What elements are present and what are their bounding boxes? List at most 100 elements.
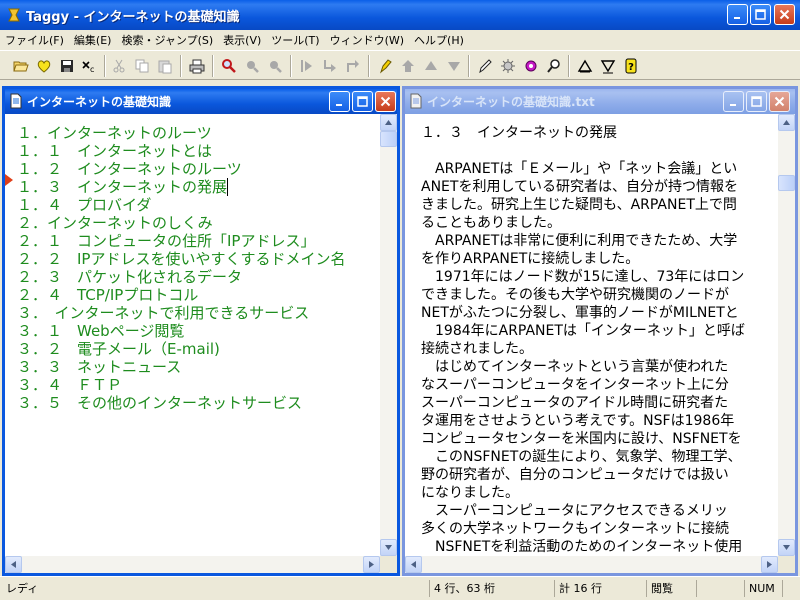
paste-icon[interactable] [154, 55, 176, 77]
status-size-grip[interactable] [782, 580, 798, 597]
search-icon[interactable] [218, 55, 240, 77]
search-prev-icon[interactable] [241, 55, 263, 77]
outline-item[interactable]: ３．３ ネットニュース [17, 358, 181, 376]
outline-item[interactable]: １．インターネットのルーツ [17, 124, 212, 142]
text-window-titlebar[interactable]: インターネットの基礎知識.txt [405, 89, 795, 114]
text-close-button[interactable] [769, 91, 790, 112]
menu-window[interactable]: ウィンドウ(W) [325, 32, 409, 48]
outline-size-grip[interactable] [380, 556, 397, 573]
outline-window[interactable]: インターネットの基礎知識 １．インターネットのルーツ １．１ インターネットとは… [2, 86, 400, 576]
level-up-icon[interactable] [397, 55, 419, 77]
scroll-right-icon[interactable] [363, 556, 380, 573]
scroll-down-icon[interactable] [380, 539, 397, 556]
scroll-left-icon[interactable] [5, 556, 22, 573]
text-line: になりました。 [421, 485, 519, 501]
outline-item[interactable]: ３．１ Webページ閲覧 [17, 322, 184, 340]
svg-text:c: c [90, 65, 94, 74]
app-title: Taggy - インターネットの基礎知識 [26, 10, 240, 25]
minimize-button[interactable] [727, 4, 748, 25]
text-vertical-scrollbar[interactable] [778, 114, 795, 556]
edit-pencil-icon[interactable] [474, 55, 496, 77]
scroll-up-icon[interactable] [778, 114, 795, 131]
outline-item-current[interactable]: １．３ インターネットの発展 [17, 178, 229, 196]
jump-right-icon[interactable] [296, 55, 318, 77]
text-window-title: インターネットの基礎知識.txt [427, 95, 595, 109]
close-file-icon[interactable]: c [79, 55, 101, 77]
text-line: このNSFNETの誕生により、気象学、物理工学、 [421, 449, 742, 465]
outline-list[interactable]: １．インターネットのルーツ １．１ インターネットとは １．２ インターネットの… [5, 114, 380, 556]
scroll-up-icon[interactable] [380, 114, 397, 131]
text-line: スーパーコンピュータのアイドル時間に研究者た [421, 395, 729, 411]
text-window[interactable]: インターネットの基礎知識.txt １．３ インターネットの発展 ARPANETは… [402, 86, 798, 576]
outline-item[interactable]: ２．３ パケット化されるデータ [17, 268, 242, 286]
text-line: スーパーコンピュータにアクセスできるメリッ [421, 503, 728, 519]
scroll-right-icon[interactable] [761, 556, 778, 573]
help-icon[interactable]: ? [620, 55, 642, 77]
outline-item[interactable]: ３．５ その他のインターネットサービス [17, 394, 302, 412]
outline-collapse-icon[interactable] [574, 55, 596, 77]
search-next-icon[interactable] [264, 55, 286, 77]
menu-file[interactable]: ファイル(F) [0, 32, 69, 48]
print-icon[interactable] [186, 55, 208, 77]
jump-up-icon[interactable] [342, 55, 364, 77]
maximize-button[interactable] [750, 4, 771, 25]
document-icon [8, 93, 24, 109]
text-line: 接続されました。 [421, 341, 533, 357]
outline-item[interactable]: ２．１ コンピュータの住所「IPアドレス」 [17, 232, 315, 250]
cut-icon[interactable] [108, 55, 130, 77]
outline-vertical-scrollbar[interactable] [380, 114, 397, 556]
outline-item[interactable]: ２．２ IPアドレスを使いやすくするドメイン名 [17, 250, 345, 268]
status-bar: レディ 4 行、63 桁 計 16 行 閲覧 NUM [0, 576, 800, 600]
outline-item-label: １．３ インターネットの発展 [17, 178, 229, 196]
status-access-mode: 閲覧 [646, 580, 694, 597]
menu-search-jump[interactable]: 検索・ジャンプ(S) [116, 32, 218, 48]
mdi-area: インターネットの基礎知識 １．インターネットのルーツ １．１ インターネットとは… [0, 80, 800, 576]
tool-gear-icon[interactable] [497, 55, 519, 77]
outline-minimize-button[interactable] [329, 91, 350, 112]
app-titlebar[interactable]: Taggy - インターネットの基礎知識 [0, 0, 800, 30]
outline-item[interactable]: ２．４ TCP/IPプロトコル [17, 286, 198, 304]
text-line: １．３ インターネットの発展 [421, 125, 617, 141]
outline-maximize-button[interactable] [352, 91, 373, 112]
taggy-app-icon[interactable] [6, 7, 22, 23]
tool-color-icon[interactable] [520, 55, 542, 77]
text-editor[interactable]: １．３ インターネットの発展 ARPANETは「Ｅメール」や「ネット会議」とい … [405, 114, 778, 556]
menu-tools[interactable]: ツール(T) [266, 32, 324, 48]
copy-icon[interactable] [131, 55, 153, 77]
text-line: を作りARPANETに接続しました。 [421, 251, 640, 267]
save-disk-icon[interactable] [56, 55, 78, 77]
outline-scroll-thumb[interactable] [380, 131, 397, 147]
outline-item[interactable]: １．１ インターネットとは [17, 142, 212, 160]
text-line: なスーパーコンピュータをインターネット上に分 [421, 377, 729, 393]
favorite-heart-icon[interactable] [33, 55, 55, 77]
close-button[interactable] [774, 4, 795, 25]
text-size-grip[interactable] [778, 556, 795, 573]
find-replace-icon[interactable] [543, 55, 565, 77]
outline-item[interactable]: １．２ インターネットのルーツ [17, 160, 242, 178]
outline-expand-icon[interactable] [597, 55, 619, 77]
jump-down-right-icon[interactable] [319, 55, 341, 77]
outline-window-titlebar[interactable]: インターネットの基礎知識 [5, 89, 397, 114]
outline-item[interactable]: １．４ プロバイダ [17, 196, 151, 214]
outline-item[interactable]: ３．４ ＦＴＰ [17, 376, 122, 394]
scroll-down-icon[interactable] [778, 539, 795, 556]
menu-edit[interactable]: 編集(E) [69, 32, 117, 48]
text-horizontal-scrollbar[interactable] [405, 556, 778, 573]
outline-close-button[interactable] [375, 91, 396, 112]
text-maximize-button[interactable] [746, 91, 767, 112]
open-folder-icon[interactable] [10, 55, 32, 77]
move-down-icon[interactable] [443, 55, 465, 77]
text-line: 多くの大学ネットワークもインターネットに接続 [421, 521, 729, 537]
menu-help[interactable]: ヘルプ(H) [409, 32, 469, 48]
outline-item[interactable]: ３． インターネットで利用できるサービス [17, 304, 309, 322]
outline-horizontal-scrollbar[interactable] [5, 556, 380, 573]
text-scroll-thumb[interactable] [778, 175, 795, 191]
outline-item[interactable]: ３．２ 電子メール（E-mail) [17, 340, 220, 358]
menu-view[interactable]: 表示(V) [218, 32, 266, 48]
svg-text:?: ? [628, 62, 634, 73]
outline-item[interactable]: ２．インターネットのしくみ [17, 214, 213, 232]
move-up-icon[interactable] [420, 55, 442, 77]
text-minimize-button[interactable] [723, 91, 744, 112]
scroll-left-icon[interactable] [405, 556, 422, 573]
tag-pen-icon[interactable] [374, 55, 396, 77]
